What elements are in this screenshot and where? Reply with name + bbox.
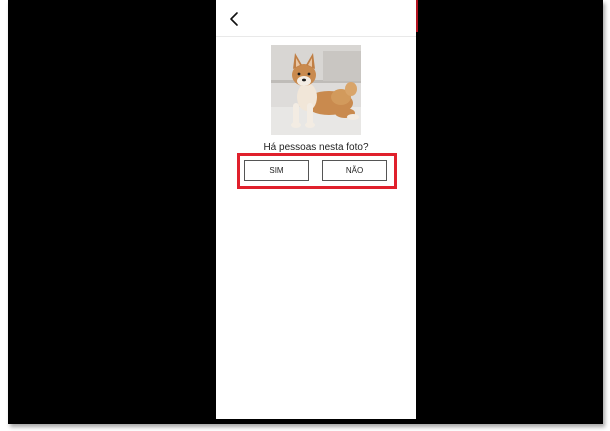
phone-screen: Há pessoas nesta foto? (216, 0, 416, 419)
yes-button[interactable]: SIM (244, 160, 309, 181)
back-arrow-icon (230, 12, 238, 26)
screenshot-frame: Há pessoas nesta foto? SIM NÃO (0, 0, 610, 431)
no-button[interactable]: NÃO (322, 160, 387, 181)
top-bar (216, 0, 416, 37)
dog-photo (271, 45, 361, 135)
edge-accent (416, 0, 418, 32)
back-button[interactable] (224, 8, 246, 30)
question-text: Há pessoas nesta foto? (263, 142, 369, 153)
